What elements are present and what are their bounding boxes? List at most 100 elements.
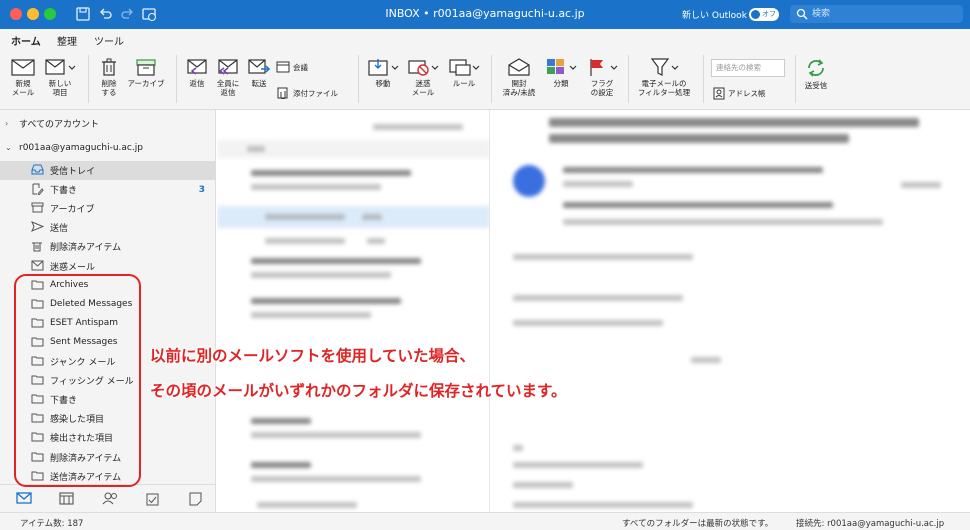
ribbon-tabs: ホーム 整理 ツール (0, 29, 970, 52)
reply-button[interactable]: 返信 (184, 57, 210, 88)
annotation-line-1: 以前に別のメールソフトを使用していた場合、 (150, 347, 476, 365)
item-count: アイテム数: 187 (20, 519, 84, 529)
ribbon-separator (358, 55, 359, 103)
trash-icon (102, 58, 116, 76)
folder-item[interactable]: アーカイブ (0, 199, 215, 218)
annotation-line-2: その頃のメールがいずれかのフォルダに保存されています。 (150, 382, 567, 400)
ribbon-separator (88, 55, 89, 103)
archive-button[interactable]: アーカイブ (127, 57, 165, 88)
search-input[interactable]: 検索 (790, 5, 963, 23)
chevron-right-icon: › (5, 119, 9, 128)
read-unread-button[interactable]: 開封 済み/未読 (498, 57, 540, 97)
folder-label: アーカイブ (50, 205, 95, 216)
move-icon (368, 59, 399, 76)
reply-icon (187, 59, 207, 75)
folder-label: 下書き (50, 186, 78, 197)
tab-home[interactable]: ホーム (11, 33, 41, 52)
delete-button[interactable]: 削除 する (96, 57, 122, 97)
search-icon (796, 8, 808, 20)
folder-item[interactable]: 送信 (0, 218, 215, 237)
redo-icon[interactable] (119, 6, 135, 22)
folder-item[interactable]: 迷惑メール (0, 257, 215, 276)
archive-icon (31, 202, 44, 216)
message-item[interactable] (217, 500, 489, 512)
unread-count-badge: 3 (198, 184, 205, 195)
move-button[interactable]: 移動 (366, 57, 400, 88)
address-book-button[interactable]: アドレス帳 (713, 87, 766, 100)
message-item[interactable] (217, 414, 489, 452)
status-bar: アイテム数: 187 すべてのフォルダーは最新の状態です。 接続先: r001a… (0, 512, 970, 530)
new-outlook-toggle[interactable]: オフ (749, 8, 779, 21)
search-placeholder: 検索 (812, 9, 831, 19)
rules-button[interactable]: ルール (446, 57, 482, 88)
open-mail-icon (508, 58, 530, 76)
message-item[interactable] (217, 254, 489, 292)
new-mail-button[interactable]: 新規 メール (8, 57, 38, 97)
message-item[interactable] (217, 206, 489, 228)
all-accounts-row[interactable]: › すべてのアカウント (0, 114, 215, 133)
highlight-outline (14, 274, 141, 487)
folder-label: 削除済みアイテム (50, 243, 122, 254)
message-item[interactable] (217, 166, 489, 204)
calendar-module-icon[interactable] (59, 492, 74, 508)
attachment-button[interactable]: 添付ファイル (276, 87, 338, 99)
sync-status: すべてのフォルダーは最新の状態です。 (622, 519, 774, 529)
account-row[interactable]: ⌄ r001aa@yamaguchi-u.ac.jp (0, 138, 215, 157)
new-item-button[interactable]: 新しい 項目 (42, 57, 78, 97)
module-switcher (0, 484, 215, 512)
mail-icon (11, 59, 35, 76)
address-book-icon (713, 87, 725, 100)
tab-organize[interactable]: 整理 (57, 33, 77, 48)
sort-bar (373, 124, 463, 130)
message-item[interactable] (217, 294, 489, 332)
folder-label: 送信 (50, 224, 69, 235)
save-icon[interactable] (75, 6, 91, 22)
junk-icon (408, 60, 439, 76)
inbox-icon (31, 164, 44, 178)
send-icon (31, 221, 45, 235)
tab-tools[interactable]: ツール (94, 33, 124, 48)
title-bar: INBOX • r001aa@yamaguchi-u.ac.jp 新しい Out… (0, 0, 970, 29)
message-item[interactable] (217, 230, 489, 252)
junk-button[interactable]: 迷惑 メール (405, 57, 441, 97)
filter-mail-button[interactable]: 電子メールの フィルター処理 (634, 57, 694, 97)
junk-icon (31, 260, 44, 274)
ribbon-separator (491, 55, 492, 103)
send-receive-button[interactable]: 送受信 (801, 57, 831, 90)
folder-item[interactable]: 削除済みアイテム (0, 237, 215, 256)
meeting-button[interactable]: 会議 (276, 61, 308, 73)
minimize-window-button[interactable] (27, 8, 39, 20)
tasks-module-icon[interactable] (146, 492, 159, 509)
connection-status: 接続先: r001aa@yamaguchi-u.ac.jp (796, 519, 945, 529)
flag-icon (590, 59, 618, 76)
forward-button[interactable]: 転送 (246, 57, 272, 88)
reply-all-icon (218, 59, 238, 75)
message-item[interactable] (217, 458, 489, 496)
contact-search-input[interactable]: 連絡先の検索 (711, 59, 785, 77)
new-outlook-label: 新しい Outlook (682, 11, 747, 21)
flag-button[interactable]: フラグ の設定 (584, 57, 620, 97)
new-item-icon (45, 59, 76, 75)
filter-icon (650, 58, 679, 76)
mail-module-icon[interactable] (16, 492, 32, 507)
ribbon-separator (795, 55, 796, 103)
reply-all-button[interactable]: 全員に 返信 (213, 57, 243, 97)
ribbon: 新規 メール 新しい 項目 削除 する アーカイブ 返信 全員に 返信 転送 会… (0, 49, 970, 110)
chevron-down-icon: ⌄ (5, 143, 12, 152)
reading-pane (491, 110, 970, 512)
trash-icon (31, 240, 43, 255)
ribbon-separator (176, 55, 177, 103)
folder-item[interactable]: 下書き 3 (0, 180, 215, 199)
close-window-button[interactable] (10, 8, 22, 20)
categorize-button[interactable]: 分類 (543, 57, 579, 88)
notes-module-icon[interactable] (189, 492, 202, 509)
meeting-icon (276, 61, 290, 73)
people-module-icon[interactable] (102, 492, 119, 508)
date-group-header (217, 140, 489, 158)
folder-item[interactable]: 受信トレイ (0, 161, 215, 180)
maximize-window-button[interactable] (44, 8, 56, 20)
draft-icon (31, 183, 44, 198)
sync-icon[interactable] (141, 6, 157, 22)
undo-icon[interactable] (98, 6, 114, 22)
sender-avatar (513, 165, 545, 197)
